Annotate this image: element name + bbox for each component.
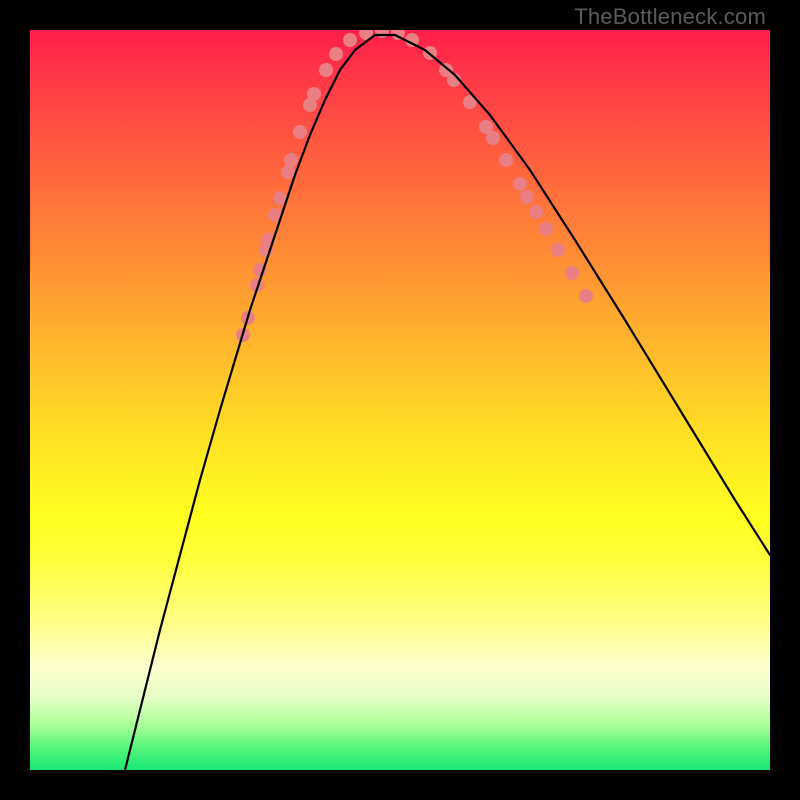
highlight-dot [307,87,321,101]
highlight-dot [539,222,553,236]
highlight-dot [529,205,543,219]
chart-svg [30,30,770,770]
highlight-dot [293,125,307,139]
highlight-dot [284,153,298,167]
watermark-text: TheBottleneck.com [574,4,766,30]
highlight-dot [499,153,513,167]
highlight-dot [579,289,593,303]
bottleneck-curve [125,35,770,770]
highlight-dot [486,131,500,145]
highlight-dot [520,190,534,204]
highlight-dot [281,165,295,179]
highlight-dot [319,63,333,77]
highlight-dot [565,266,579,280]
highlight-dot [343,33,357,47]
highlight-dot [551,243,565,257]
highlight-dot [513,177,527,191]
chart-frame [30,30,770,770]
highlight-dot [329,47,343,61]
